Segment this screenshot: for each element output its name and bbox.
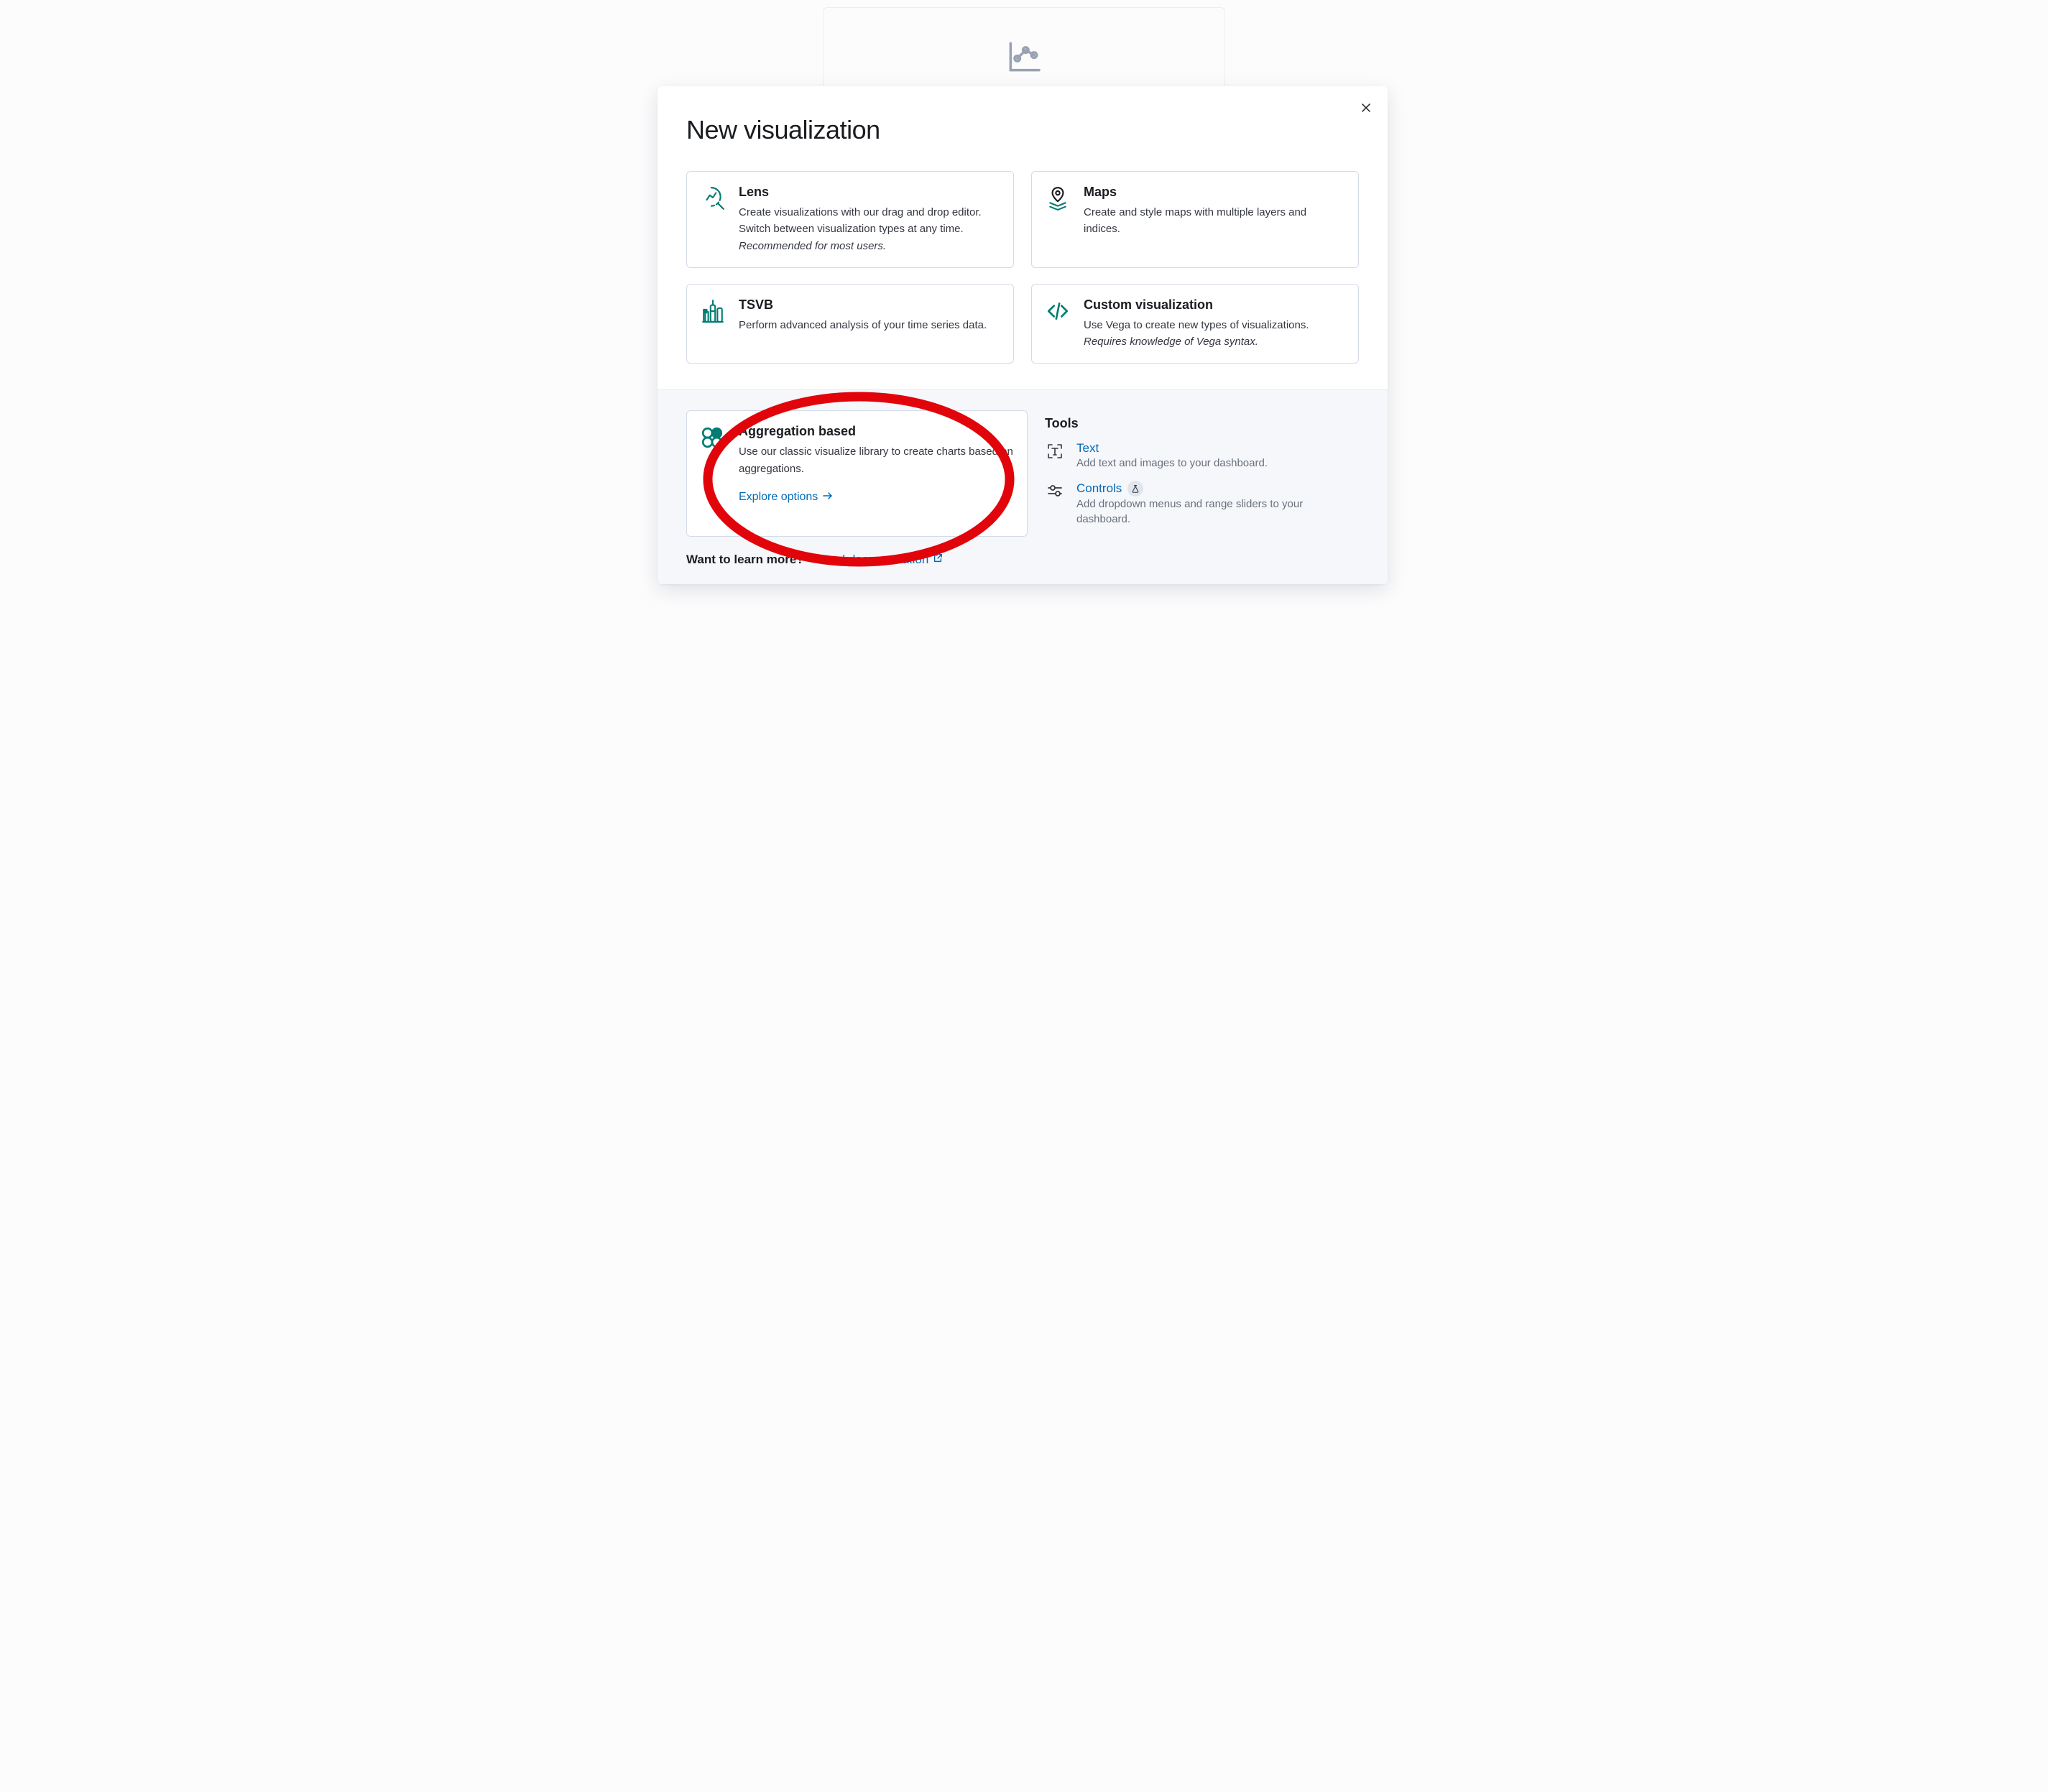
external-link-icon bbox=[933, 553, 943, 567]
modal-title: New visualization bbox=[686, 115, 1359, 145]
beaker-badge bbox=[1127, 481, 1143, 497]
tool-name-link[interactable]: Text bbox=[1076, 441, 1099, 456]
controls-tool-icon bbox=[1045, 481, 1065, 501]
learn-more-label: Want to learn more? bbox=[686, 553, 804, 566]
close-button[interactable] bbox=[1356, 98, 1376, 118]
arrow-right-icon bbox=[822, 490, 834, 505]
card-title: TSVB bbox=[739, 297, 1000, 313]
card-custom-visualization[interactable]: Custom visualization Use Vega to create … bbox=[1031, 284, 1359, 364]
tool-text[interactable]: Text Add text and images to your dashboa… bbox=[1045, 441, 1359, 471]
close-icon bbox=[1361, 103, 1371, 113]
tool-description: Add text and images to your dashboard. bbox=[1076, 456, 1268, 471]
card-description: Use our classic visualize library to cre… bbox=[739, 443, 1014, 477]
card-title: Lens bbox=[739, 185, 1000, 200]
text-tool-icon bbox=[1045, 441, 1065, 461]
card-description: Use Vega to create new types of visualiz… bbox=[1084, 317, 1345, 351]
new-visualization-modal: New visualization Lens Create visualizat… bbox=[658, 86, 1388, 584]
card-aggregation-based[interactable]: Aggregation based Use our classic visual… bbox=[686, 410, 1028, 537]
tool-name-link[interactable]: Controls bbox=[1076, 481, 1143, 497]
card-description: Create visualizations with our drag and … bbox=[739, 204, 1000, 254]
card-tsvb[interactable]: TSVB Perform advanced analysis of your t… bbox=[686, 284, 1014, 364]
card-title: Aggregation based bbox=[739, 424, 1014, 439]
tsvb-icon bbox=[700, 299, 726, 325]
maps-icon bbox=[1045, 186, 1071, 212]
card-description: Create and style maps with multiple laye… bbox=[1084, 204, 1345, 238]
card-title: Maps bbox=[1084, 185, 1345, 200]
lens-icon bbox=[700, 186, 726, 212]
aggregation-icon bbox=[700, 425, 726, 451]
card-maps[interactable]: Maps Create and style maps with multiple… bbox=[1031, 171, 1359, 268]
tools-heading: Tools bbox=[1045, 416, 1359, 431]
card-title: Custom visualization bbox=[1084, 297, 1345, 313]
card-lens[interactable]: Lens Create visualizations with our drag… bbox=[686, 171, 1014, 268]
code-icon bbox=[1045, 299, 1071, 325]
chart-placeholder-icon bbox=[1004, 68, 1044, 80]
explore-options-link[interactable]: Explore options bbox=[739, 490, 834, 505]
read-documentation-link[interactable]: Read documentation bbox=[816, 553, 943, 567]
tool-controls[interactable]: Controls Add dropdown menus and range sl… bbox=[1045, 481, 1359, 527]
card-description: Perform advanced analysis of your time s… bbox=[739, 317, 1000, 333]
tool-description: Add dropdown menus and range sliders to … bbox=[1076, 497, 1359, 527]
